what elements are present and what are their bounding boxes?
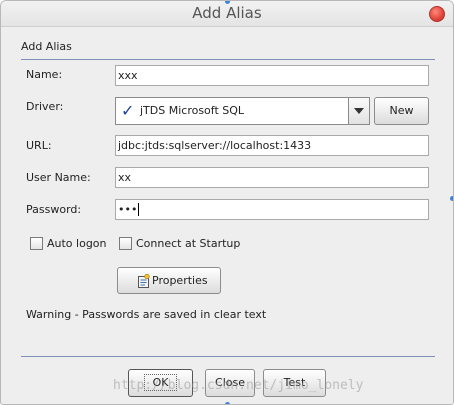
new-driver-button[interactable]: New <box>374 97 429 125</box>
test-button[interactable]: Test <box>263 369 326 397</box>
ok-button-label: OK <box>143 374 178 391</box>
chevron-down-icon <box>354 108 364 114</box>
section-label: Add Alias <box>21 40 72 53</box>
driver-label: Driver: <box>26 100 64 113</box>
window-title: Add Alias <box>192 4 262 22</box>
name-label: Name: <box>26 68 63 81</box>
connect-at-startup-label: Connect at Startup <box>136 237 241 250</box>
properties-button[interactable]: Properties <box>117 267 221 294</box>
password-warning: Warning - Passwords are saved in clear t… <box>26 308 267 321</box>
user-name-label: User Name: <box>26 171 91 184</box>
title-bar[interactable]: Add Alias <box>1 1 453 27</box>
dropdown-button[interactable] <box>348 98 369 124</box>
section-divider <box>21 59 435 60</box>
password-mask: ••• <box>118 203 138 216</box>
driver-select-value: jTDS Microsoft SQL <box>140 104 245 117</box>
url-label: URL: <box>26 139 52 152</box>
connect-at-startup-box[interactable] <box>119 237 132 250</box>
connect-at-startup-checkbox[interactable]: Connect at Startup <box>119 237 241 251</box>
close-button[interactable]: Close <box>205 369 255 397</box>
password-field[interactable]: ••• <box>115 199 429 220</box>
password-label: Password: <box>26 203 82 216</box>
name-field[interactable]: xxx <box>115 65 429 86</box>
close-icon[interactable] <box>429 6 445 22</box>
auto-logon-label: Auto logon <box>47 237 107 250</box>
add-alias-dialog: Add Alias Add Alias Name: xxx Driver: ✓ … <box>0 0 454 405</box>
footer-divider <box>21 356 435 357</box>
driver-select[interactable]: ✓ jTDS Microsoft SQL <box>115 97 370 125</box>
user-name-field[interactable]: xx <box>115 167 429 188</box>
ok-button[interactable]: OK <box>128 369 193 397</box>
auto-logon-box[interactable] <box>30 237 43 250</box>
text-caret <box>138 203 140 216</box>
auto-logon-checkbox[interactable]: Auto logon <box>30 237 110 251</box>
properties-button-label: Properties <box>152 274 208 287</box>
properties-icon <box>138 274 150 288</box>
resize-handle-right[interactable] <box>450 196 453 201</box>
check-icon: ✓ <box>121 101 135 120</box>
url-field[interactable]: jdbc:jtds:sqlserver://localhost:1433 <box>115 135 429 156</box>
